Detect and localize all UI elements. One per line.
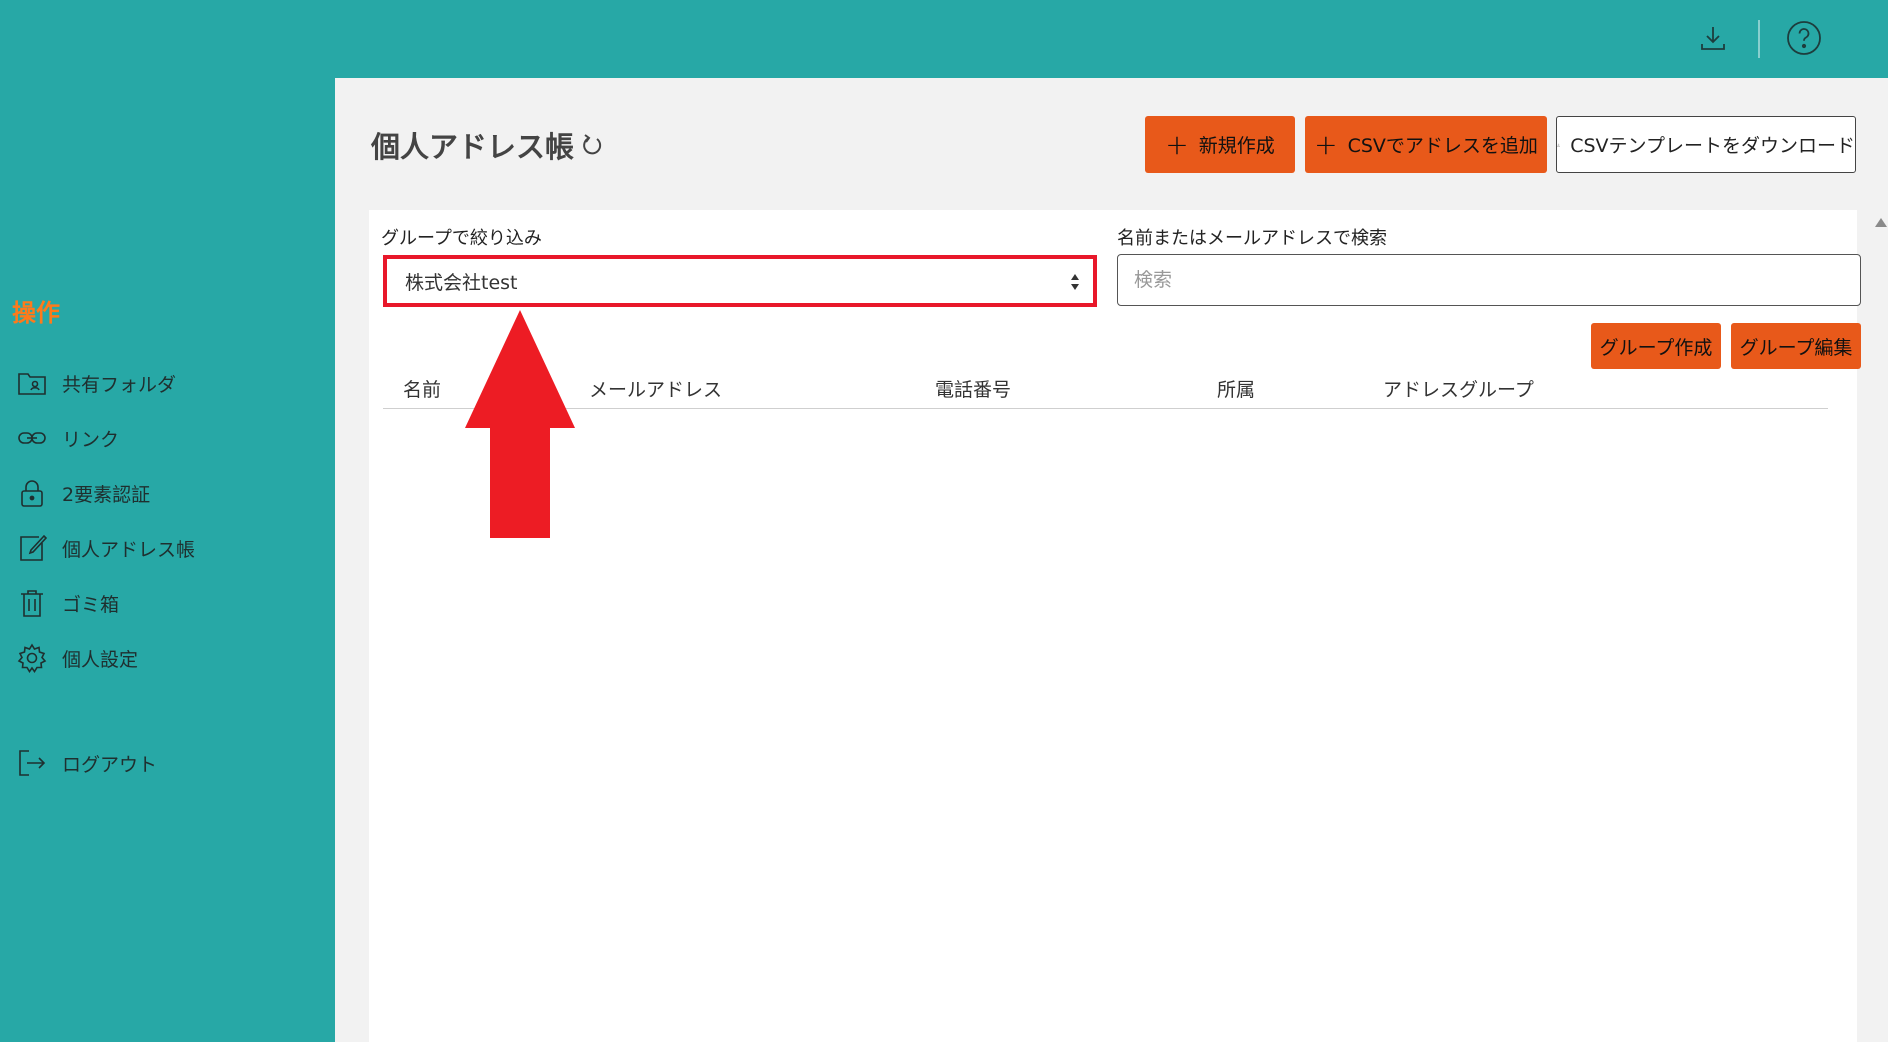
sidebar-item-link[interactable]: リンク — [16, 418, 119, 458]
sidebar-heading: 操作 — [12, 299, 60, 327]
sidebar-item-logout[interactable]: ログアウト — [16, 743, 157, 783]
plus-icon: + — [1314, 127, 1338, 161]
search-label: 名前またはメールアドレスで検索 — [1117, 228, 1387, 249]
sidebar-item-trash[interactable]: ゴミ箱 — [16, 583, 119, 623]
main-content: 個人アドレス帳 + 新規作成 + CSVでアドレスを追加 CSVテンプレートをダ… — [335, 78, 1888, 1042]
column-header-affiliation: 所属 — [1217, 379, 1256, 401]
column-header-email: メールアドレス — [589, 379, 723, 401]
table-header: 名前 メールアドレス 電話番号 所属 アドレスグループ — [383, 365, 1828, 409]
column-header-phone: 電話番号 — [935, 379, 1012, 401]
gear-icon — [16, 642, 48, 674]
new-button-label: 新規作成 — [1198, 135, 1275, 157]
sidebar-item-label: ゴミ箱 — [62, 593, 120, 616]
sidebar-item-address-book[interactable]: 個人アドレス帳 — [16, 528, 195, 568]
edit-icon — [16, 532, 48, 564]
sidebar-item-label: リンク — [62, 428, 120, 451]
chevron-updown-icon — [1069, 271, 1081, 293]
page-title-text: 個人アドレス帳 — [371, 130, 575, 164]
page-title: 個人アドレス帳 — [371, 124, 606, 166]
sidebar: 操作 共有フォルダ リンク 2要素認証 個人アドレス帳 ゴミ箱 個人設定 ログア… — [0, 78, 335, 1042]
sidebar-item-two-factor[interactable]: 2要素認証 — [16, 473, 150, 513]
download-icon[interactable] — [1693, 18, 1733, 58]
sidebar-item-label: 2要素認証 — [62, 483, 151, 506]
download-icon — [1557, 143, 1561, 146]
annotation-arrow-icon — [465, 310, 575, 538]
group-create-button[interactable]: グループ作成 — [1591, 323, 1721, 369]
lock-icon — [16, 477, 48, 509]
header-divider — [1758, 20, 1760, 58]
link-icon — [16, 422, 48, 454]
sidebar-item-label: 共有フォルダ — [62, 373, 177, 396]
column-header-address-group: アドレスグループ — [1383, 379, 1534, 401]
new-button[interactable]: + 新規作成 — [1145, 116, 1295, 173]
help-circle-icon[interactable] — [1784, 18, 1824, 58]
search-input[interactable] — [1117, 254, 1861, 306]
csv-add-button-label: CSVでアドレスを追加 — [1347, 135, 1538, 157]
sidebar-item-label: ログアウト — [62, 753, 158, 776]
top-bar — [0, 0, 1888, 78]
address-book-panel: グループで絞り込み 株式会社test 名前またはメールアドレスで検索 グループ作… — [369, 210, 1887, 1042]
csv-template-download-button[interactable]: CSVテンプレートをダウンロード — [1556, 116, 1856, 173]
group-edit-button[interactable]: グループ編集 — [1731, 323, 1861, 369]
csv-template-button-label: CSVテンプレートをダウンロード — [1570, 135, 1855, 157]
csv-add-button[interactable]: + CSVでアドレスを追加 — [1305, 116, 1547, 173]
sidebar-item-settings[interactable]: 個人設定 — [16, 638, 138, 678]
sidebar-item-label: 個人設定 — [62, 648, 139, 671]
shared-folder-icon — [16, 367, 48, 399]
column-header-name: 名前 — [403, 379, 442, 401]
sidebar-item-label: 個人アドレス帳 — [62, 538, 196, 561]
group-filter-value: 株式会社test — [405, 271, 518, 294]
group-filter-select[interactable]: 株式会社test — [383, 255, 1097, 307]
group-filter-label: グループで絞り込み — [381, 228, 542, 249]
logout-icon — [16, 747, 48, 779]
scroll-up-arrow[interactable] — [1875, 218, 1887, 227]
refresh-icon[interactable] — [580, 132, 606, 158]
sidebar-item-shared-folder[interactable]: 共有フォルダ — [16, 363, 176, 403]
trash-icon — [16, 587, 48, 619]
plus-icon: + — [1165, 127, 1189, 161]
